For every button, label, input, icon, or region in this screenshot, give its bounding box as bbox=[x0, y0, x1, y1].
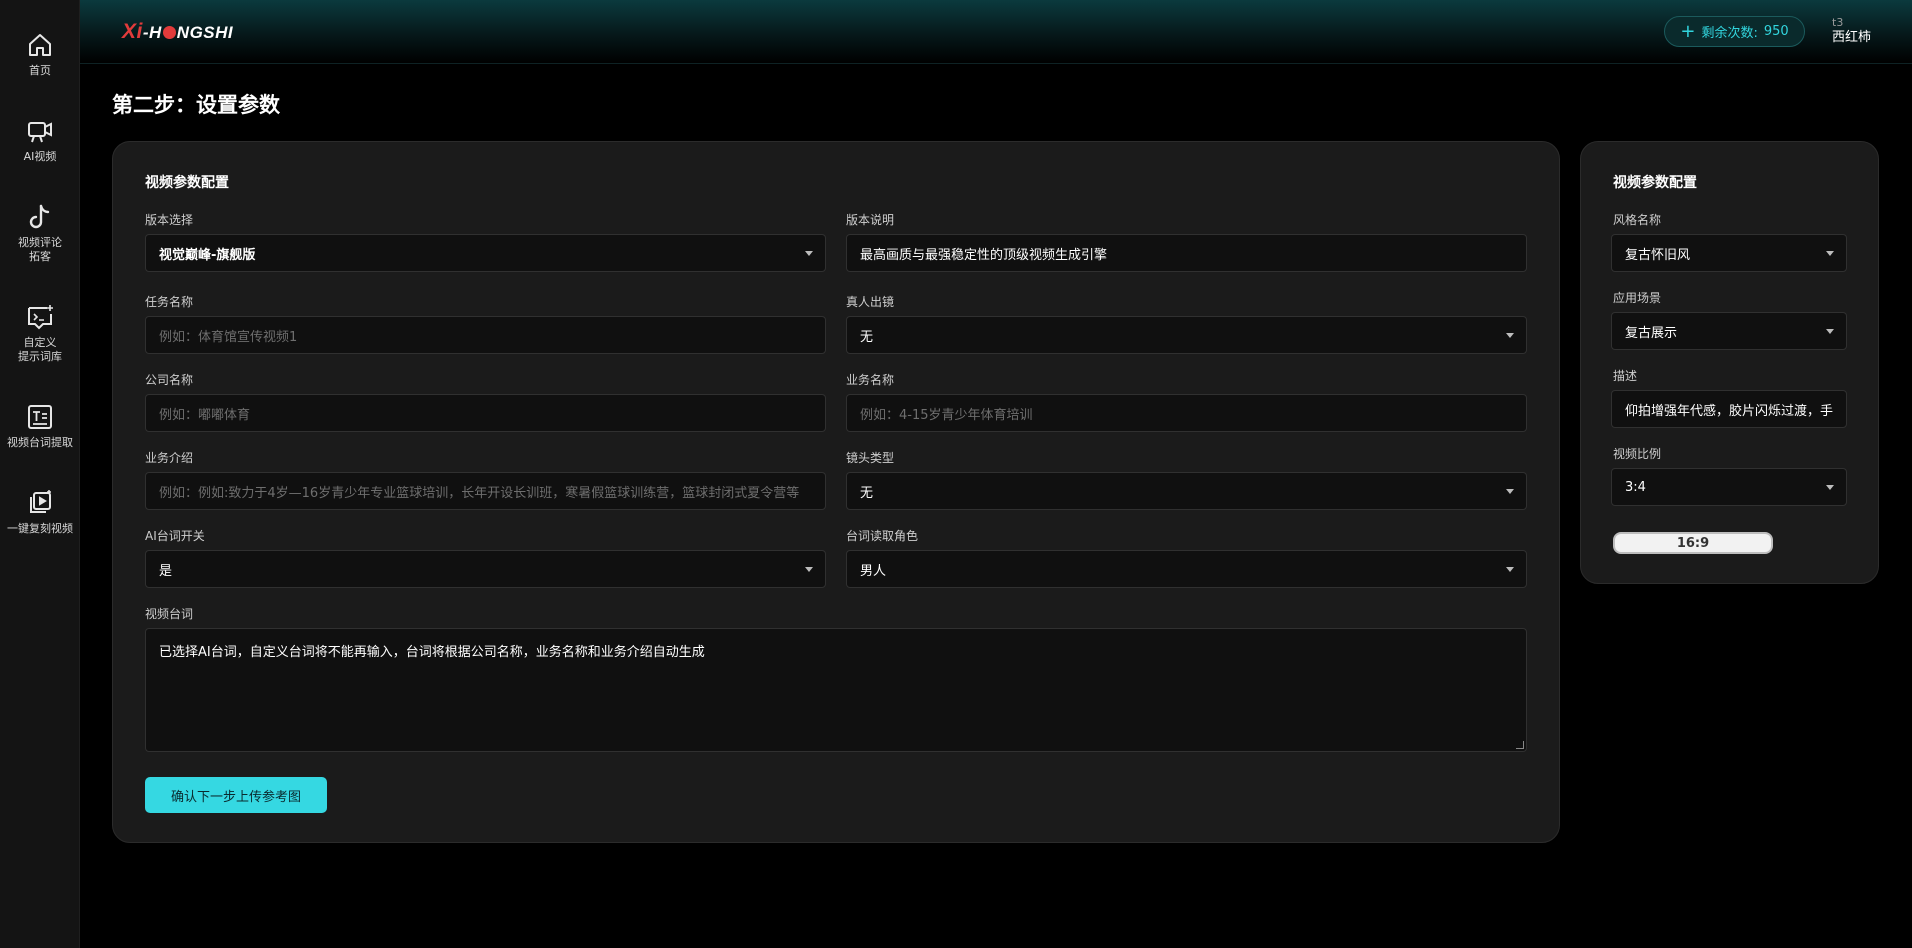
user-name: 西红柿 bbox=[1832, 30, 1872, 45]
nav-item-video-clone[interactable]: 一键复刻视频 bbox=[0, 488, 80, 536]
ai-script-select[interactable]: 是 bbox=[145, 550, 826, 588]
real-person-label: 真人出镜 bbox=[846, 295, 895, 309]
scene-label: 应用场景 bbox=[1613, 291, 1662, 305]
nav-item-label: 一键复刻视频 bbox=[7, 522, 73, 535]
business-intro-label: 业务介绍 bbox=[145, 451, 194, 465]
chevron-down-icon bbox=[1506, 567, 1514, 572]
description-field[interactable]: 仰拍增强年代感，胶片闪烁过渡，手 bbox=[1611, 390, 1847, 428]
chevron-down-icon bbox=[1826, 329, 1834, 334]
chevron-down-icon bbox=[1826, 251, 1834, 256]
ratio-16-9-button[interactable]: 16:9 bbox=[1613, 532, 1773, 554]
nav-item-label: 自定义 提示词库 bbox=[18, 336, 62, 363]
voice-role-select[interactable]: 男人 bbox=[846, 550, 1527, 588]
version-select[interactable]: 视觉巅峰-旗舰版 bbox=[145, 234, 826, 272]
shot-type-select[interactable]: 无 bbox=[846, 472, 1527, 510]
user-id: t3 bbox=[1832, 16, 1844, 29]
script-textarea[interactable]: 已选择AI台词，自定义台词将不能再输入，台词将根据公司名称，业务名称和业务介绍自… bbox=[145, 628, 1527, 752]
style-name-label: 风格名称 bbox=[1613, 213, 1662, 227]
task-name-label: 任务名称 bbox=[145, 295, 194, 309]
resize-grip-icon[interactable] bbox=[1516, 741, 1524, 749]
business-name-input[interactable]: 例如：4-15岁青少年体育培训 bbox=[846, 394, 1527, 432]
version-desc-label: 版本说明 bbox=[846, 213, 895, 227]
chevron-down-icon bbox=[805, 251, 813, 256]
nav-item-ai-video[interactable]: AI视频 bbox=[0, 116, 80, 164]
confirm-next-button[interactable]: 确认下一步上传参考图 bbox=[145, 777, 327, 813]
nav-item-home[interactable]: 首页 bbox=[0, 30, 80, 78]
sidebar: 首页 AI视频 视频评论 拓客 自定义 提示词库 视频台词提取 一键复刻视频 bbox=[0, 0, 80, 948]
nav-item-label: 首页 bbox=[29, 64, 51, 77]
side-panel-title: 视频参数配置 bbox=[1613, 175, 1697, 191]
style-params-panel bbox=[1580, 141, 1879, 584]
ai-script-label: AI台词开关 bbox=[145, 529, 205, 543]
company-name-input[interactable]: 例如：嘟嘟体育 bbox=[145, 394, 826, 432]
top-header: Xi-H NGSHI + 剩余次数: 950 t3 西红柿 bbox=[80, 0, 1912, 64]
chevron-down-icon bbox=[805, 567, 813, 572]
nav-item-comment-leads[interactable]: 视频评论 拓客 bbox=[0, 202, 80, 264]
nav-item-label: 视频评论 拓客 bbox=[18, 236, 62, 263]
shot-type-label: 镜头类型 bbox=[846, 451, 895, 465]
user-info[interactable]: t3 西红柿 bbox=[1832, 15, 1871, 45]
prompt-terminal-icon bbox=[28, 305, 53, 330]
style-name-select[interactable]: 复古怀旧风 bbox=[1611, 234, 1847, 272]
text-extract-icon bbox=[28, 405, 52, 429]
nav-item-prompt-library[interactable]: 自定义 提示词库 bbox=[0, 302, 80, 364]
chevron-down-icon bbox=[1826, 485, 1834, 490]
chevron-down-icon bbox=[1506, 489, 1514, 494]
nav-item-label: AI视频 bbox=[23, 150, 57, 163]
credits-value: 950 bbox=[1763, 24, 1789, 39]
video-camera-icon bbox=[28, 122, 52, 143]
ratio-select[interactable]: 3:4 bbox=[1611, 468, 1847, 506]
ratio-label: 视频比例 bbox=[1613, 447, 1662, 461]
scene-select[interactable]: 复古展示 bbox=[1611, 312, 1847, 350]
description-label: 描述 bbox=[1613, 369, 1638, 383]
page-title: 第二步：设置参数 bbox=[112, 93, 280, 117]
version-desc-field: 最高画质与最强稳定性的顶级视频生成引擎 bbox=[846, 234, 1527, 272]
remaining-credits-button[interactable]: + 剩余次数: 950 bbox=[1664, 16, 1805, 47]
company-name-label: 公司名称 bbox=[145, 373, 194, 387]
tomato-dot-icon bbox=[162, 26, 176, 39]
script-label: 视频台词 bbox=[145, 607, 194, 621]
real-person-select[interactable]: 无 bbox=[846, 316, 1527, 354]
brand-logo[interactable]: Xi-H NGSHI bbox=[122, 20, 233, 44]
task-name-input[interactable]: 例如：体育馆宣传视频1 bbox=[145, 316, 826, 354]
nav-item-label: 视频台词提取 bbox=[7, 436, 73, 449]
plus-icon: + bbox=[1680, 20, 1696, 42]
business-name-label: 业务名称 bbox=[846, 373, 895, 387]
credits-label: 剩余次数: bbox=[1701, 26, 1758, 41]
panel-title: 视频参数配置 bbox=[145, 175, 229, 191]
chevron-down-icon bbox=[1506, 333, 1514, 338]
version-select-label: 版本选择 bbox=[145, 213, 194, 227]
nav-item-script-extract[interactable]: 视频台词提取 bbox=[0, 402, 80, 450]
video-clone-icon bbox=[30, 490, 51, 513]
home-icon bbox=[29, 34, 51, 56]
business-intro-input[interactable]: 例如：例如:致力于4岁—16岁青少年专业篮球培训，长年开设长训班，寒暑假篮球训练… bbox=[145, 472, 826, 510]
voice-role-label: 台词读取角色 bbox=[846, 529, 919, 543]
tiktok-icon bbox=[29, 204, 50, 229]
